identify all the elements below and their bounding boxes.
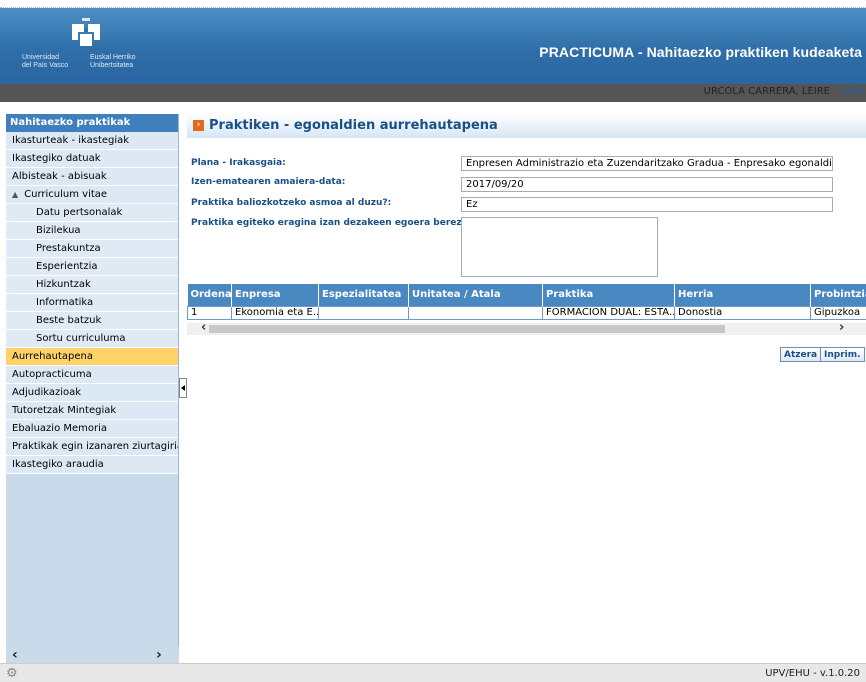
sidebar-item-curriculum-vitae[interactable]: ▲ Curriculum vitae (6, 186, 178, 204)
logout-link[interactable]: Irten (841, 86, 864, 97)
sidebar-header[interactable]: Nahitaezko praktikak (6, 114, 178, 132)
sidebar-item-esperientzia[interactable]: Esperientzia (6, 258, 178, 276)
data-field: 2017/09/20 (461, 177, 833, 192)
scroll-left-icon[interactable]: ‹ (12, 647, 18, 663)
sidebar-item-prestakuntza[interactable]: Prestakuntza (6, 240, 178, 258)
print-button[interactable]: Inprim. (820, 347, 865, 362)
sidebar-item-tutoretzak[interactable]: Tutoretzak Mintegiak (6, 402, 178, 420)
sidebar-item-sortu-curriculuma[interactable]: Sortu curriculuma (6, 330, 178, 348)
page-title-bar: › Praktiken - egonaldien aurrehautapena (187, 114, 866, 138)
scroll-right-icon[interactable]: › (156, 647, 162, 663)
table-row[interactable]: 1 Ekonomia eta E... FORMACIÓN DUAL: ESTA… (187, 305, 866, 320)
egoera-textarea[interactable] (461, 217, 658, 277)
table-cell: Ekonomia eta E... (231, 305, 319, 320)
practice-table: Ordena Enpresa Espezialitatea Unitatea /… (187, 284, 866, 320)
sidebar-item-ebaluazio-memoria[interactable]: Ebaluazio Memoria (6, 420, 178, 438)
table-cell: FORMACIÓN DUAL: ESTA... (542, 305, 675, 320)
sidebar-collapse-handle[interactable] (179, 378, 187, 398)
column-header[interactable]: Enpresa (231, 284, 319, 306)
asmoa-label: Praktika baliozkotzeko asmoa al duzu?: (191, 198, 392, 208)
table-cell (318, 305, 409, 320)
sidebar-item-ikastegiko-araudia[interactable]: Ikastegiko araudia (6, 456, 178, 474)
egoera-label: Praktika egiteko eragina izan dezakeen e… (191, 218, 475, 228)
table-cell (408, 305, 543, 320)
column-header[interactable]: Ordena (187, 284, 232, 306)
column-header[interactable]: Unitatea / Atala (408, 284, 543, 306)
sidebar-item-hizkuntzak[interactable]: Hizkuntzak (6, 276, 178, 294)
app-title: PRACTICUMA - Nahitaezko praktiken kudeak… (539, 44, 862, 60)
data-label: Izen-ematearen amaiera-data: (191, 177, 346, 187)
column-header[interactable]: Probintzia (810, 284, 866, 306)
footer: ⚙ UPV/EHU - v.1.0.20 (0, 663, 866, 682)
sidebar: Nahitaezko praktikak Ikasturteak - ikast… (6, 114, 179, 662)
column-header[interactable]: Espezialitatea (318, 284, 409, 306)
sidebar-item-ikastegiko-datuak[interactable]: Ikastegiko datuak (6, 150, 178, 168)
plana-label: Plana - Irakasgaia: (191, 158, 286, 168)
app-header: Universidad del País Vasco Euskal Herrik… (0, 8, 866, 84)
logo-text-line: Universidad (22, 54, 59, 61)
logo-text-es: Universidad del País Vasco (22, 54, 68, 70)
top-dotted-line (0, 0, 866, 8)
scroll-right-icon[interactable]: › (839, 320, 844, 335)
sidebar-item-ikasturteak[interactable]: Ikasturteak - ikastegiak (6, 132, 178, 150)
sidebar-item-label: Curriculum vitae (24, 189, 108, 200)
arrow-right-icon: › (193, 120, 204, 131)
logo-text-line: del País Vasco (22, 62, 69, 69)
user-name: URCOLA CARRERA, LEIRE (703, 86, 830, 97)
version-label: UPV/EHU - v.1.0.20 (765, 668, 860, 679)
sidebar-horizontal-scrollbar[interactable]: ‹ › (6, 647, 179, 663)
main-content: › Praktiken - egonaldien aurrehautapena … (187, 114, 866, 663)
scroll-left-icon[interactable]: ‹ (201, 320, 206, 335)
page-title: Praktiken - egonaldien aurrehautapena (209, 118, 498, 133)
back-button[interactable]: Atzera (780, 347, 822, 362)
sidebar-item-beste-batzuk[interactable]: Beste batzuk (6, 312, 178, 330)
sidebar-item-datu-pertsonalak[interactable]: Datu pertsonalak (6, 204, 178, 222)
sidebar-item-ziurtagiria[interactable]: Praktikak egin izanaren ziurtagiria (6, 438, 178, 456)
loading-spinner-icon: ⚙ (6, 666, 18, 681)
sidebar-item-autopracticuma[interactable]: Autopracticuma (6, 366, 178, 384)
sidebar-item-informatika[interactable]: Informatika (6, 294, 178, 312)
plana-field: Enpresen Administrazio eta Zuzendaritzak… (461, 156, 833, 171)
table-cell: Donostia (674, 305, 811, 320)
logo-emblem-icon (72, 18, 100, 46)
asmoa-field: Ez (461, 197, 833, 212)
table-header-row: Ordena Enpresa Espezialitatea Unitatea /… (187, 284, 866, 306)
column-header[interactable]: Herria (674, 284, 811, 306)
logo-text-eu: Euskal Herriko Unibertsitatea (90, 54, 136, 70)
logo-text-line: Unibertsitatea (90, 62, 134, 69)
sidebar-item-bizilekua[interactable]: Bizilekua (6, 222, 178, 240)
table-cell: Gipuzkoa (810, 305, 866, 320)
table-horizontal-scrollbar[interactable]: ‹ › (187, 320, 866, 335)
sidebar-item-albisteak[interactable]: Albisteak - abisuak (6, 168, 178, 186)
column-header[interactable]: Praktika (542, 284, 675, 306)
table-cell: 1 (187, 305, 232, 320)
collapse-caret-icon[interactable]: ▲ (12, 190, 18, 199)
sidebar-item-adjudikazioak[interactable]: Adjudikazioak (6, 384, 178, 402)
sidebar-item-aurrehautapena[interactable]: Aurrehautapena (6, 348, 178, 366)
logo-text-line: Euskal Herriko (90, 54, 136, 61)
scrollbar-thumb[interactable] (209, 325, 725, 333)
university-logo: Universidad del País Vasco Euskal Herrik… (22, 14, 152, 76)
